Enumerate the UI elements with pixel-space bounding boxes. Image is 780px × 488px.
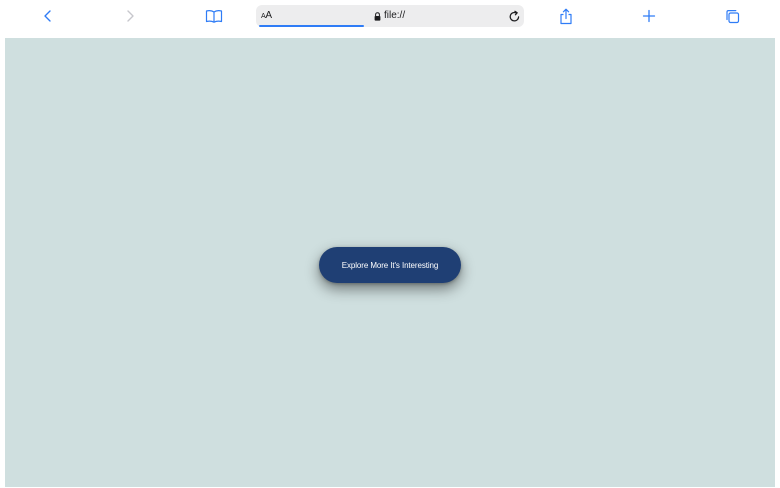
tabs-overview-button[interactable] — [719, 4, 745, 28]
forward-button[interactable] — [117, 4, 143, 28]
address-bar[interactable]: AA file:// — [256, 5, 524, 27]
text-size-button[interactable]: AA — [261, 9, 272, 23]
chevron-right-icon — [127, 10, 134, 22]
tabs-icon — [725, 9, 739, 23]
page-load-progress — [259, 25, 364, 27]
reload-button[interactable] — [506, 8, 522, 24]
explore-more-button[interactable]: Explore More It's Interesting — [319, 247, 461, 283]
url-text: file:// — [384, 10, 406, 21]
plus-icon — [642, 9, 656, 23]
lock-icon — [374, 11, 381, 21]
share-icon — [560, 8, 572, 24]
reload-icon — [509, 10, 519, 21]
browser-toolbar: AA file:// — [0, 0, 780, 32]
page-viewport: Explore More It's Interesting — [5, 38, 775, 487]
bookmarks-button[interactable] — [201, 4, 227, 28]
chevron-left-icon — [44, 10, 51, 22]
back-button[interactable] — [35, 4, 61, 28]
url-display[interactable]: file:// — [374, 9, 405, 23]
new-tab-button[interactable] — [636, 4, 662, 28]
book-icon — [205, 10, 223, 23]
share-button[interactable] — [553, 4, 579, 28]
text-size-label-large: A — [265, 10, 272, 21]
